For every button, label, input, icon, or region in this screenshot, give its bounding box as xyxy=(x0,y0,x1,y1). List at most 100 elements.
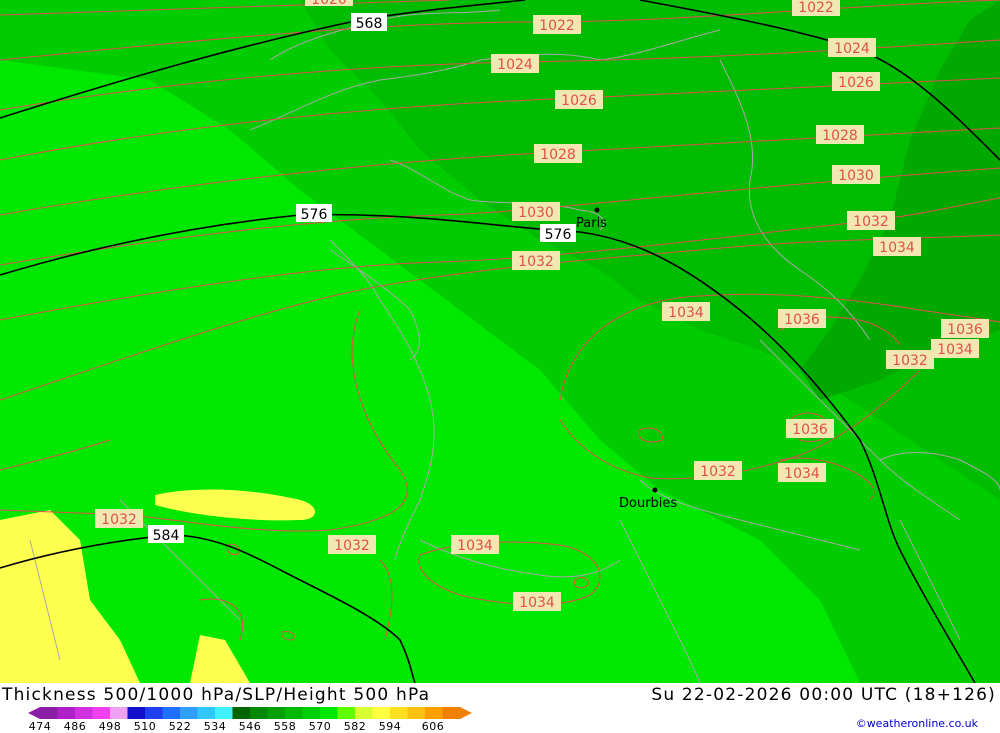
isobar-label: 1036 xyxy=(786,419,834,438)
colorbar-cell xyxy=(40,707,58,719)
svg-text:1034: 1034 xyxy=(519,595,555,611)
colorbar-tick-label: 582 xyxy=(343,720,367,733)
isobar-label: 1034 xyxy=(931,339,979,358)
colorbar-cell xyxy=(442,707,461,719)
svg-text:1034: 1034 xyxy=(784,466,820,482)
isobar-label: 1024 xyxy=(828,38,876,57)
weather-map: 568 576 576 584 1020 1022 1022 1024 1024… xyxy=(0,0,1000,683)
colorbar-tick-label: 498 xyxy=(98,720,122,733)
city-marker xyxy=(594,207,600,213)
height-label: 568 xyxy=(351,13,387,32)
colorbar-cell xyxy=(92,707,111,719)
isobar-label: 1024 xyxy=(491,54,539,73)
svg-text:1034: 1034 xyxy=(457,538,493,554)
height-label: 576 xyxy=(296,204,332,223)
colorbar-cell xyxy=(110,707,128,719)
colorbar-cells xyxy=(28,707,472,719)
isobar-label: 1020 xyxy=(305,0,353,8)
isobar-label: 1032 xyxy=(95,509,143,528)
svg-text:1032: 1032 xyxy=(101,512,137,528)
colorbar-cell xyxy=(355,707,373,719)
colorbar-cell xyxy=(285,707,303,719)
colorbar-tick-label: 522 xyxy=(168,720,192,733)
height-label: 584 xyxy=(148,525,184,544)
colorbar-cell xyxy=(302,707,321,719)
credit-link[interactable]: ©weatheronline.co.uk xyxy=(856,717,978,730)
svg-text:1028: 1028 xyxy=(822,128,858,144)
colorbar-cell xyxy=(75,707,93,719)
svg-text:1034: 1034 xyxy=(879,240,915,256)
isobar-label: 1032 xyxy=(886,350,934,369)
svg-text:576: 576 xyxy=(301,207,328,223)
svg-text:1036: 1036 xyxy=(784,312,820,328)
svg-text:1032: 1032 xyxy=(892,353,928,369)
colorbar-cell xyxy=(390,707,408,719)
svg-text:1022: 1022 xyxy=(539,18,575,34)
isobar-label: 1034 xyxy=(451,535,499,554)
colorbar-arrow-left xyxy=(28,707,40,719)
colorbar-cell xyxy=(197,707,216,719)
colorbar-cell xyxy=(232,707,251,719)
svg-text:1026: 1026 xyxy=(561,93,597,109)
colorbar-cell xyxy=(180,707,198,719)
forecast-datetime: Su 22-02-2026 00:00 UTC (18+126) xyxy=(651,685,996,705)
colorbar-tick-label: 510 xyxy=(133,720,157,733)
colorbar-tick-label: 606 xyxy=(421,720,445,733)
colorbar-cell xyxy=(250,707,268,719)
colorbar-arrow-right xyxy=(460,707,472,719)
isobar-label: 1028 xyxy=(816,125,864,144)
colorbar-tick-label: 594 xyxy=(378,720,402,733)
map-canvas: 568 576 576 584 1020 1022 1022 1024 1024… xyxy=(0,0,1000,683)
isobar-label: 1026 xyxy=(832,72,880,91)
height-label: 576 xyxy=(540,224,576,243)
svg-text:1030: 1030 xyxy=(518,205,554,221)
colorbar-tick-label: 486 xyxy=(63,720,87,733)
svg-text:1024: 1024 xyxy=(834,41,870,57)
svg-text:568: 568 xyxy=(356,16,383,32)
isobar-label: 1030 xyxy=(512,202,560,221)
svg-text:1032: 1032 xyxy=(700,464,736,480)
colorbar-cell xyxy=(127,707,146,719)
svg-text:1024: 1024 xyxy=(497,57,533,73)
svg-text:1034: 1034 xyxy=(668,305,704,321)
isobar-label: 1036 xyxy=(941,319,989,338)
svg-text:1026: 1026 xyxy=(838,75,874,91)
svg-text:1032: 1032 xyxy=(334,538,370,554)
isobar-label: 1022 xyxy=(792,0,840,16)
svg-text:584: 584 xyxy=(153,528,180,544)
isobar-label: 1036 xyxy=(778,309,826,328)
isobar-label: 1022 xyxy=(533,15,581,34)
colorbar-cell xyxy=(145,707,163,719)
svg-text:1020: 1020 xyxy=(311,0,347,8)
isobar-label: 1026 xyxy=(555,90,603,109)
isobar-label: 1034 xyxy=(778,463,826,482)
colorbar-cell xyxy=(267,707,286,719)
isobar-label: 1028 xyxy=(534,144,582,163)
colorbar xyxy=(28,707,472,719)
map-footer: Thickness 500/1000 hPa/SLP/Height 500 hP… xyxy=(0,683,1000,733)
svg-text:1034: 1034 xyxy=(937,342,973,358)
colorbar-tick-label: 558 xyxy=(273,720,297,733)
svg-text:1028: 1028 xyxy=(540,147,576,163)
isobar-label: 1032 xyxy=(512,251,560,270)
colorbar-cell xyxy=(337,707,356,719)
isobar-label: 1030 xyxy=(832,165,880,184)
isobar-label: 1032 xyxy=(328,535,376,554)
colorbar-tick-label: 474 xyxy=(28,720,52,733)
colorbar-cell xyxy=(320,707,338,719)
colorbar-cell xyxy=(57,707,76,719)
svg-text:576: 576 xyxy=(545,227,572,243)
colorbar-cell xyxy=(162,707,181,719)
svg-text:1032: 1032 xyxy=(853,214,889,230)
colorbar-cell xyxy=(425,707,443,719)
colorbar-tick-label: 546 xyxy=(238,720,262,733)
isobar-label: 1032 xyxy=(847,211,895,230)
svg-text:1036: 1036 xyxy=(947,322,983,338)
colorbar-tick-label: 570 xyxy=(308,720,332,733)
svg-text:1032: 1032 xyxy=(518,254,554,270)
isobar-label: 1034 xyxy=(513,592,561,611)
svg-text:1022: 1022 xyxy=(798,0,834,16)
city-label: Paris xyxy=(576,216,607,231)
colorbar-cell xyxy=(372,707,391,719)
city-label: Dourbies xyxy=(619,496,677,511)
